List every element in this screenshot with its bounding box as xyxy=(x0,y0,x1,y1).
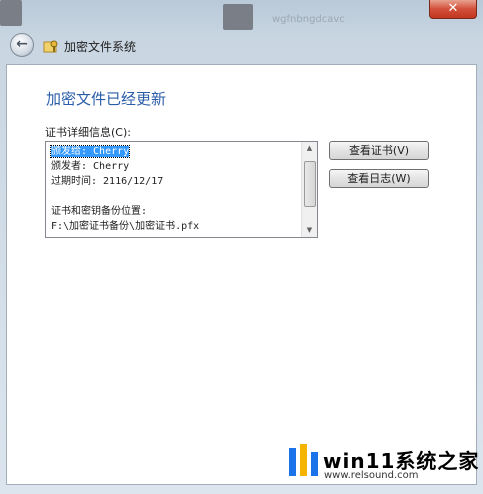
details-line-text: 过期时间: 2116/12/17 xyxy=(51,176,164,187)
details-line: F:\加密证书备份\加密证书.pfx xyxy=(51,219,199,234)
wizard-title: 加密文件系统 xyxy=(64,40,137,54)
view-certificate-button[interactable]: 查看证书(V) xyxy=(329,141,429,160)
scroll-thumb[interactable] xyxy=(304,161,316,207)
scroll-down-icon[interactable]: ▼ xyxy=(302,224,317,237)
wizard-nav-bar: ← 加密文件系统 xyxy=(6,30,477,62)
vertical-scrollbar[interactable]: ▲ ▼ xyxy=(301,142,317,237)
details-line-text: 颁发给: Cherry xyxy=(49,145,131,158)
view-log-button[interactable]: 查看日志(W) xyxy=(329,169,429,188)
details-line: 证书和密钥备份位置: xyxy=(51,204,199,219)
page-heading: 加密文件已经更新 xyxy=(46,90,167,108)
details-line-text: F:\加密证书备份\加密证书.pfx xyxy=(51,221,200,232)
details-lines: 颁发给: Cherry 颁发者: Cherry 过期时间: 2116/12/17 证书… xyxy=(49,144,199,234)
details-line: 颁发给: Cherry xyxy=(49,144,199,159)
details-line: 颁发者: Cherry xyxy=(51,159,199,174)
back-arrow-icon: ← xyxy=(16,36,28,52)
details-line xyxy=(51,189,199,204)
background-thumbnail xyxy=(0,0,22,26)
background-thumbnail xyxy=(223,4,253,30)
scroll-up-icon[interactable]: ▲ xyxy=(302,142,317,155)
background-item-text: wgfnbngdcavc xyxy=(272,14,345,25)
back-button[interactable]: ← xyxy=(10,33,34,57)
certificate-details-box[interactable]: 颁发给: Cherry 颁发者: Cherry 过期时间: 2116/12/17 证书… xyxy=(45,141,318,238)
close-button[interactable]: ✕ xyxy=(429,0,477,19)
details-line: 过期时间: 2116/12/17 xyxy=(51,174,199,189)
details-line-text: 证书和密钥备份位置: xyxy=(51,206,148,217)
key-folder-icon xyxy=(43,40,58,53)
wizard-page: 加密文件已经更新 证书详细信息(C): 颁发给: Cherry 颁发者: Cher… xyxy=(6,64,477,485)
details-line-text: 颁发者: Cherry xyxy=(51,161,130,172)
watermark-url: www.relsound.com xyxy=(324,470,419,481)
details-label: 证书详细信息(C): xyxy=(45,126,131,139)
watermark-logo-icon xyxy=(289,444,318,476)
watermark-logo: win11系统之家 www.relsound.com xyxy=(287,442,478,484)
